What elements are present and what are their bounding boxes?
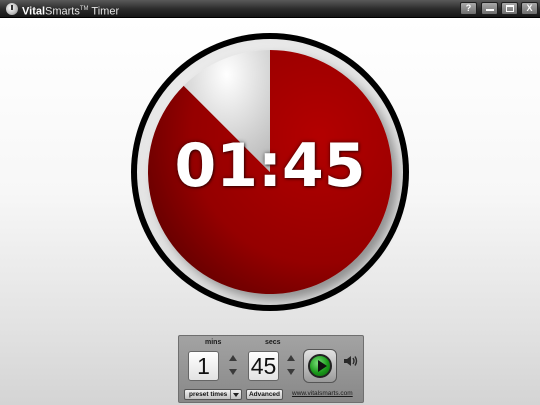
mins-field[interactable]: 1 <box>188 351 219 381</box>
title-bar[interactable]: VitalSmartsTM Timer ? X <box>0 0 540 18</box>
trademark-mark: TM <box>79 6 89 12</box>
play-triangle <box>318 360 327 372</box>
play-icon <box>308 354 332 378</box>
secs-label: secs <box>265 339 281 346</box>
title-word: Timer <box>91 5 120 18</box>
secs-stepper[interactable] <box>286 352 296 380</box>
preset-times-label: preset times <box>189 391 228 398</box>
title-brand-rest: Smarts <box>45 5 80 18</box>
help-label: ? <box>465 3 472 13</box>
mins-label: mins <box>205 339 222 346</box>
dropdown-arrow-icon <box>233 393 239 397</box>
control-panel: mins secs 1 45 preset times Advanced www <box>178 335 364 403</box>
title-brand-bold: Vital <box>22 5 46 18</box>
mins-up-arrow-icon[interactable] <box>229 355 237 361</box>
minimize-icon <box>486 9 494 11</box>
website-link[interactable]: www.vitalsmarts.com <box>292 390 353 397</box>
time-remaining-display: 01:45 <box>174 131 366 201</box>
secs-up-arrow-icon[interactable] <box>287 355 295 361</box>
close-label: X <box>526 3 533 13</box>
advanced-button[interactable]: Advanced <box>246 389 283 400</box>
maximize-icon <box>506 5 514 12</box>
preset-times-dropdown[interactable]: preset times <box>184 389 242 400</box>
minimize-button[interactable] <box>481 2 498 15</box>
timer-clock: 01:45 <box>129 31 411 313</box>
speaker-icon[interactable] <box>343 354 359 368</box>
close-button[interactable]: X <box>521 2 538 15</box>
secs-field[interactable]: 45 <box>248 351 279 381</box>
mins-stepper[interactable] <box>228 352 238 380</box>
help-button[interactable]: ? <box>460 2 477 15</box>
timer-area: 01:45 mins secs 1 45 preset times Advanc… <box>0 19 540 405</box>
window-title: VitalSmartsTM Timer <box>22 3 119 18</box>
preset-arrow-box <box>230 390 241 399</box>
maximize-button[interactable] <box>501 2 518 15</box>
start-button[interactable] <box>303 349 337 383</box>
secs-down-arrow-icon[interactable] <box>287 369 295 375</box>
app-logo-icon <box>6 3 18 15</box>
mins-down-arrow-icon[interactable] <box>229 369 237 375</box>
